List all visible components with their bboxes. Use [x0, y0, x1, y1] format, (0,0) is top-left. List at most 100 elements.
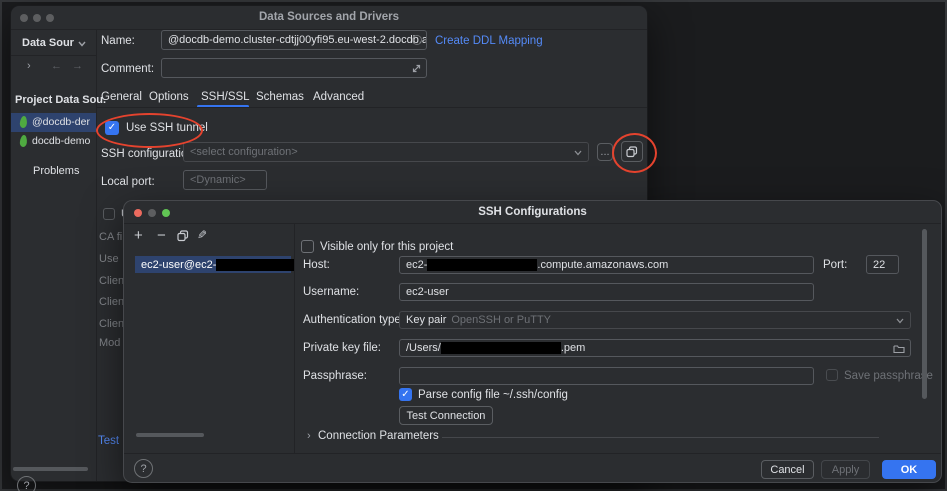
browse-configurations-button[interactable]: ...	[597, 143, 613, 161]
key-suffix: .pem	[561, 342, 585, 354]
remove-icon[interactable]: −	[157, 228, 166, 243]
datasource-item-selected[interactable]: @docdb-der	[11, 113, 96, 132]
help-button[interactable]: ?	[134, 459, 153, 478]
folder-icon[interactable]	[893, 344, 905, 354]
auth-type-hint: OpenSSH or PuTTY	[451, 314, 551, 326]
visible-only-checkbox[interactable]	[301, 240, 314, 253]
username-input[interactable]: ec2-user	[399, 283, 814, 301]
mode-label-fragment: Mod	[99, 337, 120, 349]
back-arrow-icon[interactable]: ←	[51, 60, 62, 72]
parse-config-label: Parse config file ~/.ssh/config	[418, 389, 568, 401]
client-key-label-fragment: Clien	[99, 296, 124, 308]
truststore-label-fragment: Use	[99, 253, 119, 265]
collapse-chevron-icon[interactable]: ›	[307, 430, 311, 442]
horizontal-scrollbar[interactable]	[136, 433, 204, 437]
section-rule	[442, 437, 879, 438]
port-input[interactable]: 22	[866, 255, 899, 274]
key-prefix: /Users/	[406, 342, 441, 354]
host-input[interactable]: ec2- .compute.amazonaws.com	[399, 256, 814, 274]
use-ssh-tunnel-checkbox[interactable]: ✓	[105, 121, 119, 135]
tab-options[interactable]: Options	[149, 91, 189, 103]
client-password-label-fragment: Clien	[99, 318, 124, 330]
problems-label[interactable]: Problems	[33, 165, 79, 177]
edit-pencil-icon[interactable]: ✎	[197, 228, 207, 242]
tab-ssh-ssl[interactable]: SSH/SSL	[201, 91, 250, 103]
redaction-box	[441, 342, 561, 354]
ssh-configuration-value: <select configuration>	[190, 146, 298, 158]
host-prefix: ec2-	[406, 259, 427, 271]
auth-type-value: Key pair	[406, 314, 446, 326]
ssh-config-list-item-selected[interactable]: ec2-user@ec2-	[135, 256, 291, 273]
name-label: Name:	[101, 35, 135, 47]
help-glyph: ?	[23, 480, 29, 491]
client-cert-label-fragment: Clien	[99, 275, 124, 287]
cancel-button[interactable]: Cancel	[761, 460, 814, 479]
forward-arrow-icon[interactable]: →	[72, 60, 83, 72]
username-value: ec2-user	[406, 286, 449, 298]
datasource-item[interactable]: docdb-demo	[11, 132, 96, 151]
ssh-config-list-panel: + − ✎ ec2-user@ec2-	[124, 223, 295, 453]
name-value: @docdb-demo.cluster-cdtjj00yfi95.eu-west…	[168, 34, 427, 46]
apply-label: Apply	[832, 464, 860, 476]
ssh-configuration-select[interactable]: <select configuration>	[183, 142, 589, 162]
tab-general[interactable]: General	[101, 91, 142, 103]
main-titlebar: Data Sources and Drivers	[11, 6, 647, 30]
host-label: Host:	[303, 259, 330, 271]
expand-icon[interactable]: ›	[27, 60, 31, 72]
help-button[interactable]: ?	[17, 476, 36, 491]
ssh-dialog-title: SSH Configurations	[124, 206, 941, 218]
use-ssh-tunnel-label: Use SSH tunnel	[126, 122, 208, 134]
private-key-label: Private key file:	[303, 342, 381, 354]
tab-advanced[interactable]: Advanced	[313, 91, 364, 103]
name-input[interactable]: @docdb-demo.cluster-cdtjj00yfi95.eu-west…	[161, 30, 427, 50]
copy-icon[interactable]	[177, 230, 189, 242]
passphrase-input[interactable]	[399, 367, 814, 385]
comment-input[interactable]	[161, 58, 427, 78]
redaction-box	[427, 259, 537, 271]
footer-separator	[124, 453, 941, 454]
vertical-scrollbar[interactable]	[922, 229, 927, 399]
datasource-item-label: docdb-demo	[32, 135, 94, 147]
chevron-down-icon	[895, 317, 905, 325]
ssh-configurations-dialog: SSH Configurations + − ✎ ec2-user@ec2- V…	[123, 200, 942, 483]
auth-type-label: Authentication type:	[303, 314, 404, 326]
list-item-label: ec2-user@ec2-	[141, 259, 216, 271]
apply-button[interactable]: Apply	[821, 460, 870, 479]
copy-icon	[626, 146, 638, 158]
redaction-box	[216, 259, 294, 271]
auth-type-select[interactable]: Key pair OpenSSH or PuTTY	[399, 311, 911, 329]
port-value: 22	[873, 259, 885, 271]
private-key-input[interactable]: /Users/ .pem	[399, 339, 911, 357]
chevron-down-icon	[573, 149, 583, 157]
tab-schemas[interactable]: Schemas	[256, 91, 304, 103]
tabs-separator	[96, 107, 647, 108]
passphrase-label: Passphrase:	[303, 370, 367, 382]
expand-field-icon[interactable]	[411, 63, 422, 74]
spinner-icon	[412, 35, 422, 45]
local-port-label: Local port:	[101, 176, 155, 188]
horizontal-scrollbar[interactable]	[13, 467, 88, 471]
mongodb-icon	[19, 135, 27, 148]
sidebar-header[interactable]: Data Sour	[22, 37, 76, 49]
test-connection-link-fragment[interactable]: Test	[98, 435, 119, 447]
ssh-titlebar: SSH Configurations	[124, 201, 941, 224]
parse-config-checkbox[interactable]: ✓	[399, 388, 412, 401]
ok-button[interactable]: OK	[882, 460, 936, 479]
help-glyph: ?	[140, 463, 146, 475]
create-ddl-mapping-link[interactable]: Create DDL Mapping	[435, 35, 543, 47]
use-ssl-checkbox[interactable]	[103, 208, 115, 220]
port-label: Port:	[823, 259, 847, 271]
main-dialog-title: Data Sources and Drivers	[11, 11, 647, 23]
chevron-down-icon[interactable]	[77, 40, 87, 48]
project-group-label: Project Data Sou.	[15, 94, 106, 106]
connection-parameters-label[interactable]: Connection Parameters	[318, 430, 439, 442]
ellipsis-label: ...	[600, 146, 609, 158]
copy-from-button[interactable]	[621, 141, 643, 162]
test-connection-label: Test Connection	[407, 410, 486, 422]
local-port-input[interactable]: <Dynamic>	[183, 170, 267, 190]
screenshot-root: Data Sources and Drivers Data Sour › ← →…	[0, 0, 947, 491]
add-icon[interactable]: +	[134, 228, 143, 243]
local-port-value: <Dynamic>	[190, 174, 246, 186]
test-connection-button[interactable]: Test Connection	[399, 406, 493, 425]
comment-label: Comment:	[101, 63, 154, 75]
